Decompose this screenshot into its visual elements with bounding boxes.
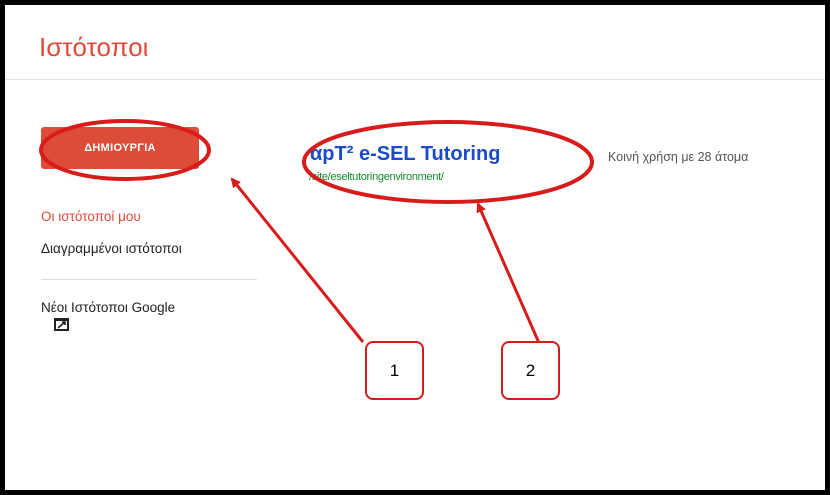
sidebar-item-my-sites[interactable]: Οι ιστότοποί μου (41, 209, 141, 224)
sidebar-item-deleted-sites[interactable]: Διαγραμμένοι ιστότοποι (41, 241, 182, 256)
callout-2: 2 (501, 341, 560, 400)
arrow-2 (476, 202, 545, 353)
header: Ιστότοποι (5, 5, 825, 80)
create-button[interactable]: ΔΗΜΙΟΥΡΓΙΑ (41, 127, 199, 169)
sidebar-item-new-google-sites[interactable]: Νέοι Ιστότοποι Google (41, 300, 175, 315)
app-window: Ιστότοποι ΔΗΜΙΟΥΡΓΙΑ Οι ιστότοποί μου Δι… (0, 0, 830, 495)
external-link-icon[interactable] (54, 318, 69, 331)
page-title: Ιστότοποι (39, 32, 149, 62)
sidebar-divider (41, 279, 257, 280)
site-url[interactable]: /site/eseltutoringenvironment/ (309, 171, 444, 183)
arrow-1 (230, 177, 365, 343)
sharing-status: Κοινή χρήση με 28 άτομα (608, 150, 749, 164)
callout-1: 1 (365, 341, 424, 400)
site-title-link[interactable]: αpT² e-SEL Tutoring (310, 143, 500, 166)
